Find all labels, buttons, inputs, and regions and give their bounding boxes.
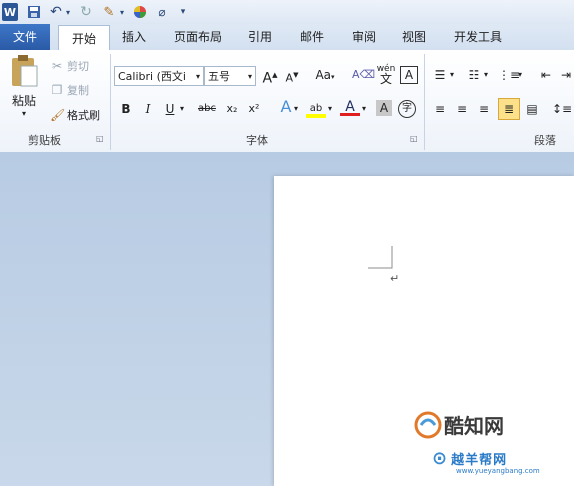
paste-label: 粘贴 xyxy=(11,94,36,108)
tab-review[interactable]: 审阅 xyxy=(344,24,384,50)
multilevel-dropdown-icon[interactable]: ▾ xyxy=(516,66,524,84)
text-effects-dropdown-icon[interactable]: ▾ xyxy=(292,100,300,118)
copy-label: 复制 xyxy=(67,84,89,97)
subscript-button[interactable]: x₂ xyxy=(222,100,242,118)
eraser-icon[interactable]: ⌀ xyxy=(154,3,170,21)
color-wheel-icon[interactable] xyxy=(132,3,148,21)
cut-button[interactable]: ✂ 剪切 xyxy=(50,58,89,74)
clear-format-button[interactable]: A⌫ xyxy=(352,66,375,84)
line-spacing-button[interactable]: ↕≡ xyxy=(552,100,572,118)
brush-icon: 🖌 xyxy=(50,108,66,122)
paragraph-group-label: 段落 xyxy=(534,134,556,147)
font-color-dropdown-icon[interactable]: ▾ xyxy=(360,100,368,118)
tab-mailings[interactable]: 邮件 xyxy=(292,24,332,50)
copy-button[interactable]: ❐ 复制 xyxy=(50,82,89,98)
paste-dropdown-icon[interactable]: ▾ xyxy=(22,109,26,118)
font-dialog-launcher[interactable]: ◱ xyxy=(410,134,418,143)
tab-file[interactable]: 文件 xyxy=(0,24,50,50)
quick-access-toolbar: W ↶ ▾ ↻ ✎ ▾ ⌀ ▾ xyxy=(0,0,574,24)
margin-corner-mark xyxy=(368,246,393,269)
tab-home[interactable]: 开始 xyxy=(58,25,110,52)
undo-icon[interactable]: ↶ xyxy=(48,3,64,21)
highlight-button[interactable]: ab xyxy=(306,98,326,118)
paragraph-mark-icon: ↵ xyxy=(390,272,400,285)
copy-icon: ❐ xyxy=(51,83,63,97)
chevron-down-icon[interactable]: ▾ xyxy=(248,67,252,87)
underline-button[interactable]: U xyxy=(160,100,180,118)
tab-insert[interactable]: 插入 xyxy=(112,24,156,50)
paste-button[interactable]: 粘贴 ▾ xyxy=(6,54,42,124)
align-center-button[interactable]: ≡ xyxy=(452,100,472,118)
character-border-button[interactable]: A xyxy=(400,66,418,84)
watermark-logo-2: ⊙ 越羊帮网 www.yueyangbang.com xyxy=(432,448,540,475)
clipboard-group-label: 剪贴板 xyxy=(28,134,61,147)
bullets-dropdown-icon[interactable]: ▾ xyxy=(448,66,456,84)
redo-icon[interactable]: ↻ xyxy=(78,3,94,21)
align-right-button[interactable]: ≡ xyxy=(474,100,494,118)
phonetic-guide-button[interactable]: wén 文 xyxy=(376,64,396,85)
brand-name-2: 越羊帮网 xyxy=(451,453,508,468)
align-left-button[interactable]: ≡ xyxy=(430,100,450,118)
ribbon-tabs: 文件 开始 插入 页面布局 引用 邮件 审阅 视图 开发工具 xyxy=(0,24,574,52)
format-painter-icon[interactable]: ✎ xyxy=(100,3,118,21)
tab-page-layout[interactable]: 页面布局 xyxy=(166,24,230,50)
brand-name-1: 酷知网 xyxy=(444,414,504,438)
tab-developer[interactable]: 开发工具 xyxy=(446,24,510,50)
font-size-combo[interactable]: 五号 ▾ xyxy=(204,66,256,86)
format-painter-button[interactable]: 🖌 格式刷 xyxy=(50,107,100,123)
brand-url: www.yueyangbang.com xyxy=(456,467,540,475)
increase-indent-button[interactable]: ⇥ xyxy=(556,66,574,84)
format-painter-label: 格式刷 xyxy=(67,109,100,122)
font-name-combo[interactable]: Calibri (西文i ▾ xyxy=(114,66,204,86)
save-icon[interactable] xyxy=(26,3,42,21)
dropdown-icon[interactable]: ▾ xyxy=(118,3,126,21)
separator xyxy=(110,54,111,150)
document-page[interactable]: ↵ xyxy=(274,176,574,486)
distributed-button[interactable]: ▤ xyxy=(522,100,542,118)
customize-qat-icon[interactable]: ▾ xyxy=(178,3,188,21)
font-color-button[interactable]: A xyxy=(340,98,360,116)
justify-button[interactable]: ≣ xyxy=(498,98,520,120)
decrease-indent-button[interactable]: ⇤ xyxy=(536,66,556,84)
watermark-logo-1: 酷知网 xyxy=(414,410,504,439)
chevron-down-icon[interactable]: ▾ xyxy=(196,67,200,87)
strikethrough-button[interactable]: abc xyxy=(196,100,218,118)
bullets-button[interactable]: ☰ xyxy=(430,66,450,84)
word-app-icon[interactable]: W xyxy=(2,3,18,21)
grow-font-button[interactable]: A▲ xyxy=(260,66,280,87)
clipboard-dialog-launcher[interactable]: ◱ xyxy=(96,134,104,143)
enclose-characters-button[interactable]: 字 xyxy=(398,100,416,118)
undo-dropdown-icon[interactable]: ▾ xyxy=(64,3,72,21)
scissors-icon: ✂ xyxy=(51,59,63,73)
superscript-button[interactable]: x² xyxy=(244,100,264,118)
highlight-dropdown-icon[interactable]: ▾ xyxy=(326,100,334,118)
font-group-label: 字体 xyxy=(246,134,268,147)
paste-icon xyxy=(12,55,38,87)
cut-label: 剪切 xyxy=(67,60,89,73)
numbering-button[interactable]: ☷ xyxy=(464,66,484,84)
font-name-value: Calibri (西文i xyxy=(118,70,186,83)
numbering-dropdown-icon[interactable]: ▾ xyxy=(482,66,490,84)
multilevel-list-button[interactable]: ⋮≡ xyxy=(498,66,520,84)
italic-button[interactable]: I xyxy=(138,100,158,118)
brand-icon xyxy=(414,411,442,438)
tab-references[interactable]: 引用 xyxy=(240,24,280,50)
separator xyxy=(424,54,425,150)
change-case-button[interactable]: Aa▾ xyxy=(312,66,338,84)
font-size-value: 五号 xyxy=(208,70,230,83)
bold-button[interactable]: B xyxy=(116,100,136,118)
underline-dropdown-icon[interactable]: ▾ xyxy=(178,100,186,118)
brand-icon-2: ⊙ xyxy=(432,448,448,469)
character-shading-button[interactable]: A xyxy=(376,100,392,116)
tab-view[interactable]: 视图 xyxy=(394,24,434,50)
ribbon-home: 粘贴 ▾ ✂ 剪切 ❐ 复制 🖌 格式刷 剪贴板 ◱ Calibri (西文i … xyxy=(0,50,574,153)
shrink-font-button[interactable]: A▼ xyxy=(282,66,302,85)
